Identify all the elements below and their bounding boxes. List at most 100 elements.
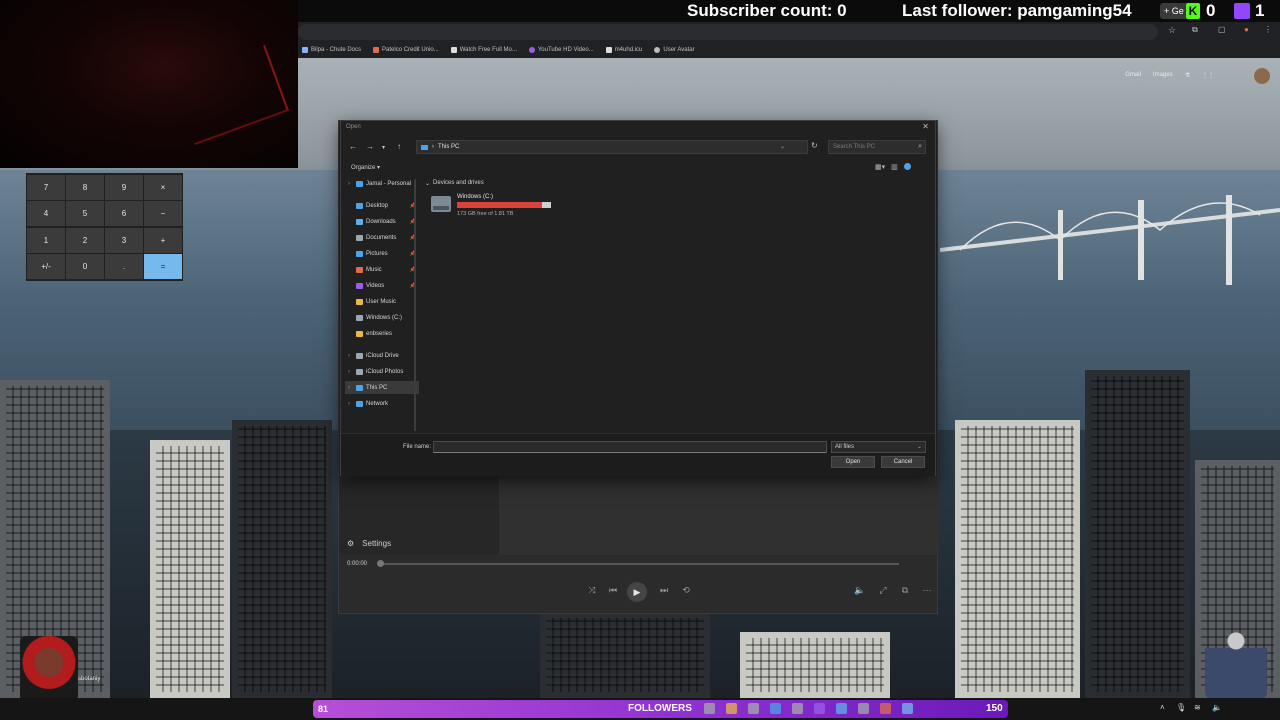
labs-icon[interactable]: ⚗: [1185, 72, 1190, 79]
preview-pane-icon[interactable]: ▥: [891, 163, 898, 171]
calc-key-8[interactable]: 8: [66, 175, 104, 200]
address-bar[interactable]: [298, 24, 1158, 40]
taskbar-app-icon[interactable]: [748, 703, 759, 714]
section-devices-and-drives[interactable]: ⌄ Devices and drives: [425, 180, 484, 187]
chevron-up-icon[interactable]: ˄: [1160, 703, 1165, 712]
refresh-icon[interactable]: ↻: [811, 141, 818, 150]
calc-key-multiply[interactable]: ×: [144, 175, 182, 200]
settings-gear-icon[interactable]: [792, 703, 803, 714]
media-player-icon[interactable]: [880, 703, 891, 714]
search-input[interactable]: Search This PC ⌕: [828, 140, 926, 154]
calc-key-1[interactable]: 1: [27, 228, 65, 253]
bookmark-item[interactable]: User Avatar: [654, 47, 695, 53]
breadcrumb-this-pc[interactable]: This PC: [438, 141, 459, 153]
nav-item[interactable]: › This PC: [345, 381, 419, 394]
miniplayer-icon[interactable]: ⧉: [898, 585, 912, 596]
nav-item[interactable]: enbseries: [345, 327, 419, 340]
play-button[interactable]: ▶: [627, 582, 647, 602]
bookmark-item[interactable]: Patelco Credit Unio...: [373, 47, 439, 53]
nav-item[interactable]: User Music: [345, 295, 419, 308]
file-type-select[interactable]: All files ⌄: [831, 441, 926, 453]
chevron-right-icon[interactable]: ›: [345, 369, 353, 375]
images-link[interactable]: Images: [1153, 72, 1173, 79]
up-arrow-icon[interactable]: ↑: [397, 142, 401, 151]
calc-key-minus[interactable]: −: [144, 201, 182, 226]
calc-key-3[interactable]: 3: [105, 228, 143, 253]
nav-item[interactable]: › Network: [345, 397, 419, 410]
chevron-right-icon[interactable]: ›: [345, 181, 353, 187]
steam-icon[interactable]: [836, 703, 847, 714]
cancel-button[interactable]: Cancel: [881, 456, 925, 468]
chevron-right-icon[interactable]: ›: [345, 401, 353, 407]
calc-key-5[interactable]: 5: [66, 201, 104, 226]
previous-icon[interactable]: ⏮: [606, 585, 620, 596]
wifi-icon[interactable]: ≋: [1194, 703, 1201, 712]
bookmark-star-icon[interactable]: ☆: [1168, 25, 1176, 36]
bookmark-item[interactable]: m4uhd.icu: [605, 47, 642, 53]
volume-icon[interactable]: 🔈: [853, 585, 867, 596]
calc-key-7[interactable]: 7: [27, 175, 65, 200]
recent-locations-icon[interactable]: ▾: [382, 144, 385, 151]
taskbar-app-icon[interactable]: [770, 703, 781, 714]
extensions-icon[interactable]: ⧉: [1192, 25, 1198, 35]
file-name-input[interactable]: [433, 441, 827, 453]
account-avatar[interactable]: [1254, 68, 1270, 84]
taskbar-app-icon[interactable]: [858, 703, 869, 714]
nav-item[interactable]: › iCloud Drive: [345, 349, 419, 362]
file-explorer-icon[interactable]: [726, 703, 737, 714]
nav-item[interactable]: Windows (C:): [345, 311, 419, 324]
profile-icon[interactable]: ●: [1244, 25, 1249, 34]
calculator-icon[interactable]: [902, 703, 913, 714]
nav-item[interactable]: Downloads 📌: [345, 215, 419, 228]
shuffle-icon[interactable]: ⤨: [585, 585, 599, 596]
calc-key-9[interactable]: 9: [105, 175, 143, 200]
taskbar-app-icon[interactable]: [814, 703, 825, 714]
bookmark-item[interactable]: YouTube HD Video...: [528, 47, 594, 53]
menu-icon[interactable]: ⋮: [1264, 25, 1272, 34]
calc-key-6[interactable]: 6: [105, 201, 143, 226]
nav-item[interactable]: Documents 📌: [345, 231, 419, 244]
drive-windows-c[interactable]: Windows (C:) 173 GB free of 1.81 TB: [431, 193, 561, 219]
calc-key-decimal[interactable]: .: [105, 254, 143, 279]
calc-key-equals[interactable]: =: [144, 254, 182, 279]
help-icon[interactable]: [903, 163, 911, 170]
apps-grid-icon[interactable]: ⋮⋮: [1202, 72, 1214, 79]
nav-item[interactable]: › Jamal - Personal: [345, 177, 419, 190]
bookmark-item[interactable]: Bilpa - Chute Docs: [302, 47, 361, 53]
taskbar-app-icon[interactable]: [704, 703, 715, 714]
calc-key-4[interactable]: 4: [27, 201, 65, 226]
nav-item[interactable]: Music 📌: [345, 263, 419, 276]
next-icon[interactable]: ⏭: [657, 585, 671, 596]
microphone-icon[interactable]: 🎙: [1176, 703, 1186, 712]
nav-item-label: Pictures: [366, 250, 388, 257]
chevron-right-icon[interactable]: ›: [345, 385, 353, 391]
close-icon[interactable]: ✕: [922, 122, 929, 131]
navigation-scrollbar[interactable]: [414, 179, 416, 431]
fullscreen-icon[interactable]: ⤢: [876, 585, 890, 596]
address-bar[interactable]: › This PC ⌄: [416, 140, 808, 154]
chevron-right-icon[interactable]: ›: [345, 353, 353, 359]
forward-arrow-icon[interactable]: →: [366, 142, 374, 151]
repeat-icon[interactable]: ⟲: [679, 585, 693, 596]
calc-key-plus[interactable]: +: [144, 228, 182, 253]
more-options-icon[interactable]: ⋯: [920, 585, 934, 596]
player-seek-bar[interactable]: [381, 563, 899, 565]
open-button[interactable]: Open: [831, 456, 875, 468]
view-options-icon[interactable]: ▦▾: [875, 163, 885, 171]
bookmark-item[interactable]: Watch Free Full Mo...: [450, 47, 517, 53]
player-settings-button[interactable]: ⚙ Settings: [347, 539, 391, 548]
speaker-icon[interactable]: 🔈: [1212, 703, 1222, 712]
nav-item[interactable]: Videos 📌: [345, 279, 419, 292]
tab-search-icon[interactable]: ▢: [1218, 25, 1226, 34]
calc-key-negate[interactable]: +/-: [27, 254, 65, 279]
player-seek-thumb[interactable]: [377, 560, 384, 567]
chevron-down-icon[interactable]: ⌄: [780, 141, 785, 153]
organize-button[interactable]: Organize ▾: [351, 164, 380, 171]
nav-item[interactable]: › iCloud Photos: [345, 365, 419, 378]
calc-key-2[interactable]: 2: [66, 228, 104, 253]
nav-item[interactable]: Desktop 📌: [345, 199, 419, 212]
nav-item[interactable]: Pictures 📌: [345, 247, 419, 260]
back-arrow-icon[interactable]: ←: [349, 142, 357, 151]
gmail-link[interactable]: Gmail: [1125, 72, 1141, 79]
calc-key-0[interactable]: 0: [66, 254, 104, 279]
